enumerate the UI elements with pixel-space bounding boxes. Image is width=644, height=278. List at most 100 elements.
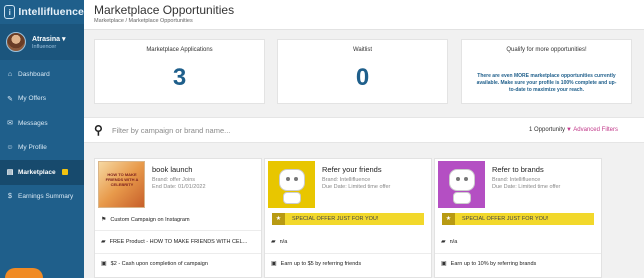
- special-offer-text: SPECIAL OFFER JUST FOR YOU!: [292, 216, 379, 222]
- sidebar-item-marketplace[interactable]: ▤ Marketplace: [0, 160, 84, 185]
- brand[interactable]: i Intellifluence: [0, 0, 84, 24]
- help-button[interactable]: [5, 268, 43, 278]
- sidebar-item-dashboard[interactable]: ⌂ Dashboard: [0, 62, 84, 87]
- product-row: ▰ n/a: [441, 238, 458, 246]
- filter-icon: ▼: [566, 127, 572, 133]
- intellifluence-logo-icon: i: [4, 5, 16, 19]
- row-text: FREE Product - HOW TO MAKE FRIENDS WITH …: [109, 238, 248, 245]
- book-cover-text: HOW TO MAKE FRIENDS WITH A CELEBRITY: [105, 172, 139, 187]
- row-text: Earn up to 10% by referring brands: [450, 260, 537, 267]
- row-text: n/a: [279, 238, 288, 245]
- robot-body-icon: [453, 192, 471, 204]
- sidebar-item-my-profile[interactable]: ☺ My Profile: [0, 136, 84, 161]
- profile-icon: ☺: [6, 144, 14, 152]
- qualify-note: There are even MORE marketplace opportun…: [476, 73, 617, 93]
- divider: [265, 253, 431, 254]
- cash-icon: ▣: [441, 261, 447, 267]
- opportunity-count: 1 Opportunity: [529, 127, 566, 133]
- payment-row: ▣ Earn up to $5 by referring friends: [271, 260, 362, 268]
- sidebar-nav: ⌂ Dashboard ✎ My Offers ✉ Messages ☺ My …: [0, 62, 84, 209]
- marketplace-icon: ▤: [6, 169, 14, 177]
- opportunity-card[interactable]: HOW TO MAKE FRIENDS WITH A CELEBRITY boo…: [94, 158, 262, 278]
- opportunity-card[interactable]: Refer your friends Brand: Intellifluence…: [264, 158, 432, 278]
- campaign-image: HOW TO MAKE FRIENDS WITH A CELEBRITY: [98, 161, 145, 208]
- search-icon: ⚲: [94, 123, 103, 137]
- row-text: Earn up to $5 by referring friends: [280, 260, 362, 267]
- sidebar-item-label: Dashboard: [18, 70, 50, 78]
- stat-title: Marketplace Applications: [146, 47, 213, 53]
- page-header: Marketplace Opportunities Marketplace / …: [84, 0, 644, 30]
- campaign-type-row: ⚑ Custom Campaign on Instagram: [101, 216, 190, 224]
- payment-row: ▣ $2 - Cash upon completion of campaign: [101, 260, 208, 268]
- special-offer-banner: ★ SPECIAL OFFER JUST FOR YOU!: [272, 213, 424, 225]
- user-name-row: Atrasina ▾: [32, 35, 65, 43]
- card-date: End Date: 01/01/2022: [152, 184, 206, 190]
- breadcrumb: Marketplace / Marketplace Opportunities: [94, 18, 193, 24]
- avatar: [6, 32, 26, 52]
- card-brand: Brand: Intellifluence: [322, 177, 371, 183]
- marketplace-applications-card[interactable]: Marketplace Applications 3: [94, 39, 265, 104]
- sidebar-item-label: Messages: [18, 119, 48, 127]
- stat-value: 3: [172, 64, 187, 91]
- waitlist-card[interactable]: Waitlist 0: [277, 39, 448, 104]
- divider: [435, 253, 601, 254]
- sidebar-item-label: Earnings Summary: [18, 193, 74, 201]
- stat-title: Qualify for more opportunities!: [506, 47, 587, 53]
- caret-down-icon: ▾: [61, 35, 66, 43]
- offers-icon: ✎: [7, 95, 13, 103]
- product-row: ▰ FREE Product - HOW TO MAKE FRIENDS WIT…: [101, 238, 248, 246]
- user-name: Atrasina: [32, 35, 61, 43]
- product-icon: ▰: [101, 239, 106, 245]
- card-brand: Brand: Intellifluence: [492, 177, 541, 183]
- payment-row: ▣ Earn up to 10% by referring brands: [441, 260, 537, 268]
- robot-image: [268, 161, 315, 208]
- sidebar-item-label: My Profile: [18, 144, 47, 152]
- robot-body-icon: [283, 192, 301, 204]
- stat-value: 0: [355, 64, 370, 91]
- search-input[interactable]: [112, 125, 412, 135]
- product-row: ▰ n/a: [271, 238, 288, 246]
- sidebar-item-my-offers[interactable]: ✎ My Offers: [0, 87, 84, 112]
- special-offer-banner: ★ SPECIAL OFFER JUST FOR YOU!: [442, 213, 594, 225]
- star-icon: ★: [272, 213, 285, 225]
- qualify-card: Qualify for more opportunities! There ar…: [461, 39, 632, 104]
- user-menu[interactable]: Atrasina ▾ Influencer: [0, 24, 84, 60]
- new-badge: [61, 169, 68, 176]
- card-header: HOW TO MAKE FRIENDS WITH A CELEBRITY boo…: [95, 159, 261, 210]
- sidebar-item-label: Marketplace: [18, 168, 56, 176]
- opportunity-card[interactable]: Refer to brands Brand: Intellifluence Du…: [434, 158, 602, 278]
- page-title: Marketplace Opportunities: [94, 3, 235, 17]
- divider: [95, 253, 261, 254]
- cash-icon: ▣: [101, 261, 107, 267]
- sidebar-item-label: My Offers: [18, 95, 47, 103]
- special-offer-text: SPECIAL OFFER JUST FOR YOU!: [462, 216, 549, 222]
- user-role: Influencer: [32, 43, 57, 50]
- sidebar: i Intellifluence Atrasina ▾ Influencer ⌂…: [0, 0, 84, 278]
- messages-icon: ✉: [7, 120, 13, 128]
- sidebar-item-messages[interactable]: ✉ Messages: [0, 111, 84, 136]
- card-title[interactable]: book launch: [152, 165, 192, 174]
- robot-face-icon: [279, 169, 305, 191]
- advanced-filters-link[interactable]: ▼ Advanced Filters: [566, 127, 618, 133]
- card-brand: Brand: offer Joins: [152, 177, 196, 183]
- card-header: Refer your friends Brand: Intellifluence…: [265, 159, 431, 210]
- product-icon: ▰: [271, 239, 276, 245]
- advanced-filters-label: Advanced Filters: [573, 127, 618, 133]
- flag-icon: ⚑: [101, 217, 107, 223]
- star-icon: ★: [442, 213, 455, 225]
- card-title[interactable]: Refer to brands: [492, 165, 544, 174]
- card-header: Refer to brands Brand: Intellifluence Du…: [435, 159, 601, 210]
- row-text: n/a: [449, 238, 458, 245]
- card-title[interactable]: Refer your friends: [322, 165, 382, 174]
- dollar-icon: $: [8, 193, 12, 201]
- sidebar-item-earnings-summary[interactable]: $ Earnings Summary: [0, 185, 84, 210]
- dashboard-icon: ⌂: [7, 70, 13, 78]
- product-icon: ▰: [441, 239, 446, 245]
- filter-bar: ⚲ 1 Opportunity ▼ Advanced Filters: [84, 117, 644, 143]
- divider: [95, 230, 261, 231]
- brand-name: Intellifluence: [18, 6, 84, 18]
- card-date: Due Date: Limited time offer: [492, 184, 561, 190]
- stat-title: Waitlist: [352, 47, 373, 53]
- row-text: $2 - Cash upon completion of campaign: [110, 260, 208, 267]
- cash-icon: ▣: [271, 261, 277, 267]
